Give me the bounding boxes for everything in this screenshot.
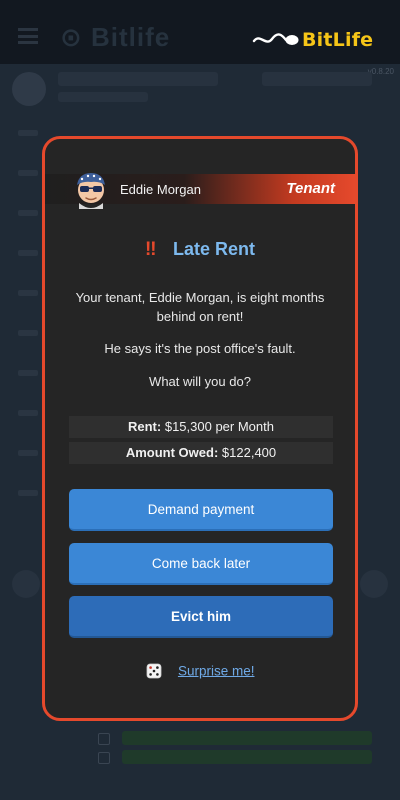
surprise-me-row[interactable]: Surprise me! (45, 662, 355, 680)
screen: ⊙ Bitlife BitLife v0.8.20 Eddie Morgan T… (0, 0, 400, 800)
rent-value: $15,300 per Month (164, 419, 274, 434)
background-row (18, 130, 38, 136)
amount-owed-stat: Amount Owed: $122,400 (69, 442, 333, 464)
dialog-title: Late Rent (172, 239, 255, 259)
background-row (18, 250, 38, 256)
person-name: Eddie Morgan (120, 182, 201, 197)
sperm-logo-icon (252, 33, 299, 45)
background-row (58, 72, 218, 86)
background-row (262, 72, 372, 86)
app-logo-text: BitLife (302, 29, 374, 51)
background-row (18, 490, 38, 496)
demand-payment-button[interactable]: Demand payment (69, 489, 333, 531)
amount-owed-label: Amount Owed: (125, 445, 219, 460)
surprise-me-link[interactable]: Surprise me! (178, 663, 255, 678)
background-row (18, 410, 38, 416)
background-avatar (12, 72, 46, 106)
dialog-header: ‼ Late Rent (45, 239, 355, 261)
dialog-message: He says it's the post office's fault. (104, 341, 296, 356)
background-bar (122, 750, 372, 764)
rent-label: Rent: (128, 419, 162, 434)
background-row (18, 450, 38, 456)
background-bar (122, 731, 372, 745)
top-bar: ⊙ Bitlife BitLife (0, 0, 400, 64)
menu-icon (18, 28, 38, 44)
app-logo: BitLife (252, 28, 374, 52)
background-row (18, 370, 38, 376)
dialog-message: Your tenant, Eddie Morgan, is eight mont… (75, 290, 325, 324)
background-row (18, 290, 38, 296)
evict-him-button[interactable]: Evict him (69, 596, 333, 638)
come-back-later-button[interactable]: Come back later (69, 543, 333, 585)
rent-stat: Rent: $15,300 per Month (69, 416, 333, 438)
background-checkbox (98, 752, 110, 764)
double-exclamation-icon: ‼ (145, 239, 157, 260)
background-row (18, 210, 38, 216)
dice-icon (146, 663, 161, 679)
avatar-icon (77, 173, 105, 209)
background-button (12, 570, 40, 598)
background-logo: ⊙ Bitlife (60, 22, 171, 52)
role-label: Tenant (286, 180, 335, 197)
background-row (58, 92, 148, 102)
background-button (360, 570, 388, 598)
background-checkbox (98, 733, 110, 745)
late-rent-dialog: Eddie Morgan Tenant ‼ Late Rent Your ten… (42, 136, 358, 721)
amount-owed-value: $122,400 (221, 445, 277, 460)
dialog-question: What will you do? (149, 374, 251, 389)
background-row (18, 330, 38, 336)
background-row (18, 170, 38, 176)
